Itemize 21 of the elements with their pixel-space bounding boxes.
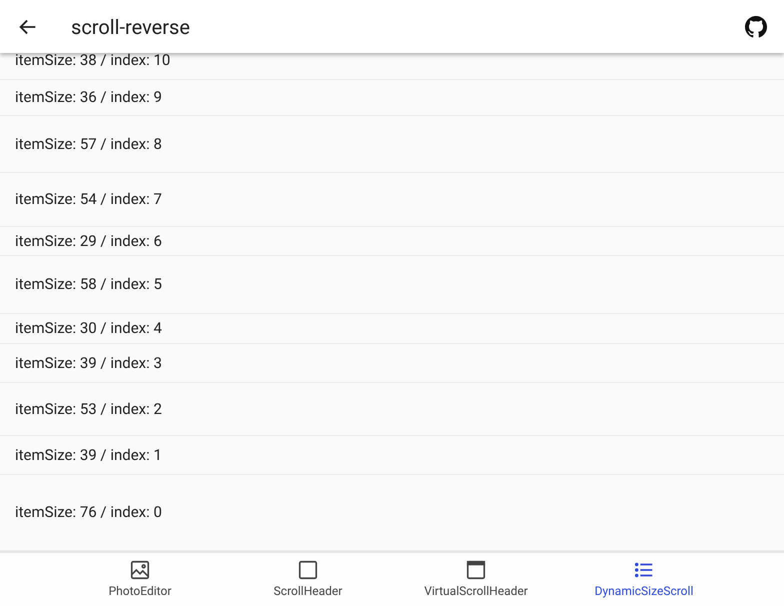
nav-tab[interactable]: PhotoEditor — [56, 553, 224, 606]
nav-tab[interactable]: DynamicSizeScroll — [560, 553, 728, 606]
window-icon — [465, 559, 487, 581]
nav-tab[interactable]: ScrollHeader — [224, 553, 392, 606]
github-button[interactable] — [744, 14, 768, 38]
item-label: itemSize: 30 / index: 4 — [15, 318, 162, 340]
item-label: itemSize: 39 / index: 3 — [15, 352, 162, 374]
nav-tab[interactable]: VirtualScrollHeader — [392, 553, 560, 606]
item-label: itemSize: 54 / index: 7 — [15, 189, 162, 210]
item-label: itemSize: 38 / index: 10 — [15, 53, 170, 72]
item-label: itemSize: 29 / index: 6 — [15, 230, 162, 252]
item-label: itemSize: 57 / index: 8 — [15, 134, 162, 155]
item-label: itemSize: 53 / index: 2 — [15, 398, 162, 420]
image-icon — [129, 559, 151, 581]
item-label: itemSize: 39 / index: 1 — [15, 444, 162, 466]
item-label: itemSize: 76 / index: 0 — [15, 502, 162, 524]
square-icon — [297, 559, 319, 581]
app-title: scroll-reverse — [71, 14, 190, 40]
item-label: itemSize: 58 / index: 5 — [15, 274, 162, 296]
github-icon — [745, 16, 767, 38]
item-label: itemSize: 36 / index: 9 — [15, 87, 162, 108]
